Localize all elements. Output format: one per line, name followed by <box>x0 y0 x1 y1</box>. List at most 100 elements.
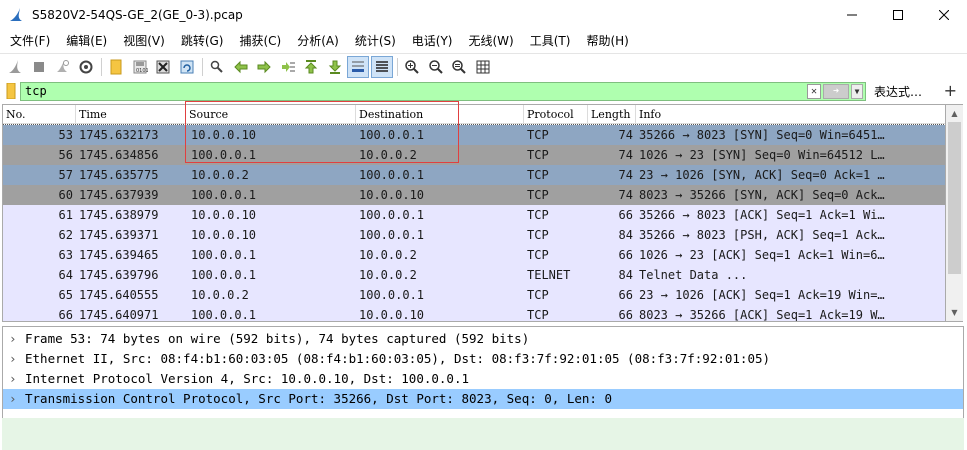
detail-tree-item-frame[interactable]: › Frame 53: 74 bytes on wire (592 bits), … <box>3 329 963 349</box>
menu-go[interactable]: 跳转(G) <box>173 30 232 53</box>
menu-view[interactable]: 视图(V) <box>115 30 173 53</box>
detail-tree-item-ipv4[interactable]: › Internet Protocol Version 4, Src: 10.0.… <box>3 369 963 389</box>
menu-wireless[interactable]: 无线(W) <box>461 30 522 53</box>
display-filter-value: tcp <box>25 83 47 98</box>
expression-button[interactable]: 表达式… <box>874 83 922 100</box>
display-filter-bar: tcp ✕ ➜ ▼ 表达式… + <box>0 80 967 102</box>
column-header-source[interactable]: Source <box>186 105 356 124</box>
cell-time: 1745.639465 <box>79 248 159 262</box>
cell-source: 100.0.0.1 <box>191 308 257 322</box>
go-to-packet-button[interactable] <box>277 56 299 78</box>
arrow-down-last-icon <box>328 60 341 74</box>
goto-packet-icon <box>281 61 295 72</box>
go-first-button[interactable] <box>300 56 322 78</box>
packet-row[interactable]: 62 1745.639371 10.0.0.10 100.0.0.1 TCP 84 3526… <box>3 225 945 245</box>
cell-source: 10.0.0.10 <box>191 228 257 242</box>
packet-row[interactable]: 57 1745.635775 10.0.0.2 100.0.0.1 TCP 74 23 → … <box>3 165 945 185</box>
find-packet-button[interactable] <box>206 56 228 78</box>
close-icon <box>939 10 949 20</box>
detail-tree-item-tcp[interactable]: › Transmission Control Protocol, Src Port… <box>3 389 963 409</box>
packet-list-scrollbar[interactable]: ▲ ▼ <box>946 104 963 322</box>
menu-telephony[interactable]: 电话(Y) <box>404 30 461 53</box>
resize-columns-button[interactable] <box>472 56 494 78</box>
scroll-thumb[interactable] <box>948 122 961 274</box>
cell-protocol: TCP <box>527 308 549 322</box>
cell-info: 1026 → 23 [ACK] Seq=1 Ack=1 Win=6… <box>639 248 885 262</box>
zoom-out-icon <box>428 59 443 74</box>
menu-edit[interactable]: 编辑(E) <box>58 30 115 53</box>
packet-row[interactable]: 53 1745.632173 10.0.0.10 100.0.0.1 TCP 74 3526… <box>3 124 945 146</box>
cell-no: 63 <box>58 248 73 262</box>
reload-file-button[interactable] <box>176 56 198 78</box>
menu-tools[interactable]: 工具(T) <box>522 30 579 53</box>
column-header-time[interactable]: Time <box>76 105 186 124</box>
column-header-info[interactable]: Info <box>636 105 945 124</box>
cell-protocol: TCP <box>527 208 549 222</box>
menu-file[interactable]: 文件(F) <box>2 30 58 53</box>
detail-tree-item-ethernet[interactable]: › Ethernet II, Src: 08:f4:b1:60:03:05 (08… <box>3 349 963 369</box>
cell-length: 66 <box>618 248 633 262</box>
maximize-icon <box>893 10 903 20</box>
filter-history-dropdown[interactable]: ▼ <box>851 83 863 99</box>
resize-columns-icon <box>476 60 489 73</box>
shark-fin-icon <box>9 59 21 73</box>
column-header-destination[interactable]: Destination <box>356 105 524 124</box>
filter-clear-button[interactable]: ✕ <box>807 83 821 99</box>
cell-source: 100.0.0.1 <box>191 268 257 282</box>
menu-help[interactable]: 帮助(H) <box>578 30 636 53</box>
go-back-button[interactable] <box>230 56 252 78</box>
cell-source: 100.0.0.1 <box>191 188 257 202</box>
zoom-out-button[interactable] <box>425 56 447 78</box>
packet-row[interactable]: 65 1745.640555 10.0.0.2 100.0.0.1 TCP 66 23 → … <box>3 285 945 305</box>
column-header-protocol[interactable]: Protocol <box>524 105 588 124</box>
packet-row[interactable]: 60 1745.637939 100.0.0.1 10.0.0.10 TCP 74 8023… <box>3 185 945 205</box>
cell-no: 64 <box>58 268 73 282</box>
autoscroll-button[interactable] <box>347 55 369 78</box>
cell-length: 66 <box>618 288 633 302</box>
go-forward-button[interactable] <box>253 56 275 78</box>
add-filter-button[interactable]: + <box>944 81 957 100</box>
save-file-button[interactable]: 0101 <box>129 56 151 78</box>
filter-bookmark-button[interactable] <box>2 81 20 101</box>
detail-text: Transmission Control Protocol, Src Port:… <box>25 391 612 406</box>
maximize-button[interactable] <box>875 0 921 30</box>
filter-apply-button[interactable]: ➜ <box>823 83 849 99</box>
menu-statistics[interactable]: 统计(S) <box>347 30 404 53</box>
zoom-in-button[interactable] <box>401 56 423 78</box>
menu-analyze[interactable]: 分析(A) <box>289 30 347 53</box>
close-file-button[interactable] <box>152 56 174 78</box>
cell-destination: 100.0.0.1 <box>359 208 425 222</box>
cell-destination: 10.0.0.10 <box>359 308 425 322</box>
cell-length: 74 <box>618 148 633 162</box>
cell-no: 61 <box>58 208 73 222</box>
restart-capture-button[interactable] <box>51 56 73 78</box>
packet-row[interactable]: 66 1745.640971 100.0.0.1 10.0.0.10 TCP 66 8023… <box>3 305 945 322</box>
cell-destination: 10.0.0.10 <box>359 188 425 202</box>
start-capture-button[interactable] <box>4 56 26 78</box>
column-header-no[interactable]: No. <box>3 105 76 124</box>
colorize-button[interactable] <box>370 55 393 78</box>
stop-capture-button[interactable] <box>28 56 50 78</box>
packet-row[interactable]: 64 1745.639796 100.0.0.1 10.0.0.2 TELNET 84 Te… <box>3 265 945 285</box>
chevron-right-icon: › <box>9 371 17 386</box>
column-header-length[interactable]: Length <box>588 105 636 124</box>
minimize-button[interactable] <box>829 0 875 30</box>
open-file-button[interactable] <box>105 56 127 78</box>
menu-capture[interactable]: 捕获(C) <box>231 30 289 53</box>
zoom-reset-button[interactable] <box>448 56 470 78</box>
scroll-down-button[interactable]: ▼ <box>946 304 963 321</box>
packet-row[interactable]: 61 1745.638979 10.0.0.10 100.0.0.1 TCP 66 3526… <box>3 205 945 225</box>
go-last-button[interactable] <box>324 56 346 78</box>
cell-time: 1745.639371 <box>79 228 159 242</box>
display-filter-input[interactable]: tcp ✕ ➜ ▼ <box>20 81 866 101</box>
scroll-up-button[interactable]: ▲ <box>946 105 963 122</box>
packet-row[interactable]: 56 1745.634856 100.0.0.1 10.0.0.2 TCP 74 1026 … <box>3 145 945 165</box>
cell-time: 1745.632173 <box>79 128 159 142</box>
zoom-reset-icon <box>452 59 466 74</box>
cell-info: 8023 → 35266 [SYN, ACK] Seq=0 Ack… <box>639 188 885 202</box>
cell-protocol: TCP <box>527 168 549 182</box>
detail-text: Frame 53: 74 bytes on wire (592 bits), 7… <box>25 331 530 346</box>
close-window-button[interactable] <box>921 0 967 30</box>
capture-options-button[interactable] <box>75 56 97 78</box>
packet-row[interactable]: 63 1745.639465 100.0.0.1 10.0.0.2 TCP 66 1026 … <box>3 245 945 265</box>
